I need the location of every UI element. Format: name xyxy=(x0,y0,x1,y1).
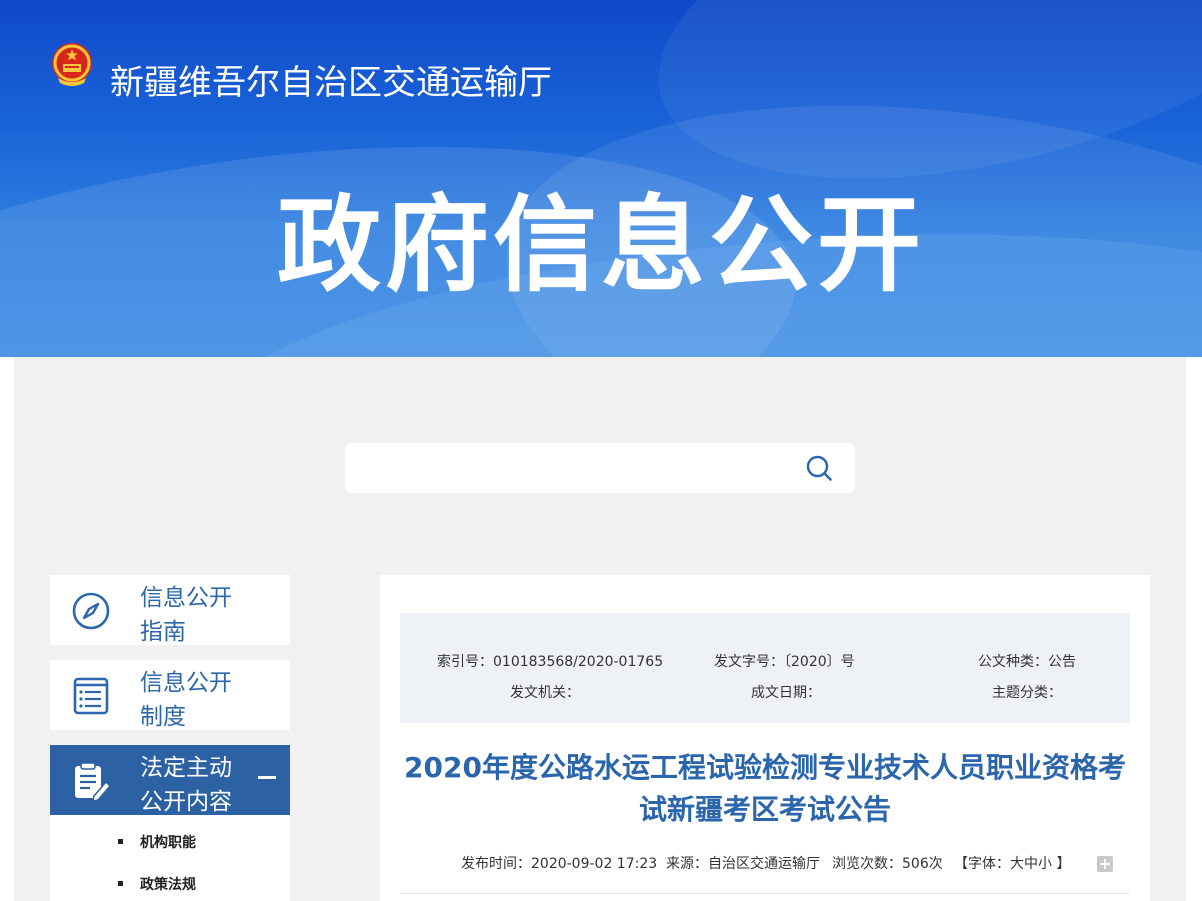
meta-issuer: 发文机关： xyxy=(510,685,580,701)
sidebar-item-label: 信息公开指南 xyxy=(140,585,232,645)
document-list-icon xyxy=(73,677,109,715)
sidebar-item-system[interactable]: 信息公开制度 xyxy=(50,660,290,730)
divider xyxy=(400,893,1130,894)
hero-title: 政府信息公开 xyxy=(276,184,925,306)
publish-time: 发布时间：2020-09-02 17:23 xyxy=(461,856,658,872)
search-box xyxy=(345,443,855,493)
article-title: 2020年度公路水运工程试验检测专业技术人员职业资格考试新疆考区考试公告 xyxy=(404,751,1126,826)
sidebar-item-guide[interactable]: 信息公开指南 xyxy=(50,575,290,645)
meta-topic: 主题分类： xyxy=(992,685,1062,701)
sidebar-item-label: 信息公开制度 xyxy=(140,670,232,730)
search-icon[interactable] xyxy=(805,454,833,482)
search-input[interactable] xyxy=(361,453,781,483)
site-name[interactable]: 新疆维吾尔自治区交通运输厅 xyxy=(110,55,552,104)
content-area: 索引号：010183568/2020-01765 发文字号：〔2020〕号 公文… xyxy=(380,575,1150,901)
header-banner: 新疆维吾尔自治区交通运输厅 政府信息公开 xyxy=(0,0,1202,357)
national-emblem-icon[interactable] xyxy=(50,42,94,88)
bullet-icon xyxy=(118,881,123,886)
font-size-selector[interactable]: 【字体：大中小 】 xyxy=(954,853,1070,873)
sidebar-sublist: 机构职能 政策法规 xyxy=(50,815,290,901)
sidebar-subitem[interactable]: 机构职能 xyxy=(140,832,196,852)
sidebar-item-statutory[interactable]: 法定主动公开内容 xyxy=(50,745,290,815)
meta-date-made: 成文日期： xyxy=(751,685,821,701)
view-count: 浏览次数：506次 xyxy=(832,856,943,872)
collapse-icon[interactable] xyxy=(258,767,276,789)
metadata-box: 索引号：010183568/2020-01765 发文字号：〔2020〕号 公文… xyxy=(400,613,1130,723)
compass-icon xyxy=(72,592,110,630)
sidebar-item-label: 法定主动公开内容 xyxy=(140,755,232,815)
article-source: 来源：自治区交通运输厅 xyxy=(666,856,820,872)
meta-doc-no: 发文字号：〔2020〕号 xyxy=(714,654,855,670)
bullet-icon xyxy=(118,839,123,844)
plus-icon[interactable] xyxy=(1097,856,1113,872)
meta-index-no: 索引号：010183568/2020-01765 xyxy=(437,654,664,670)
sidebar-subitem[interactable]: 政策法规 xyxy=(140,874,196,894)
meta-doc-type: 公文种类：公告 xyxy=(978,654,1076,670)
clipboard-edit-icon xyxy=(75,762,112,802)
